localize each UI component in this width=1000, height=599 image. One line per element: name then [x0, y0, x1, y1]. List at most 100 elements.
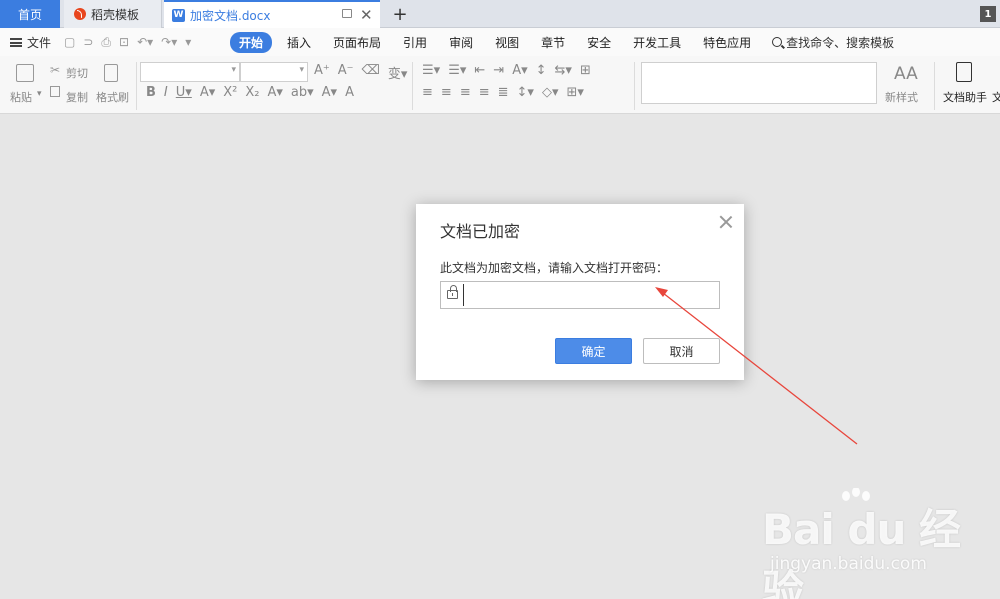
- save-icon[interactable]: ▢: [64, 35, 75, 49]
- superscript-icon[interactable]: X²: [223, 85, 237, 100]
- char-shading-icon[interactable]: A: [345, 85, 354, 100]
- undo-icon[interactable]: ↶▾: [137, 35, 153, 49]
- font-color-icon[interactable]: A▾: [322, 85, 337, 100]
- clear-format-icon[interactable]: ⌫: [362, 63, 380, 82]
- docer-logo-icon: [74, 8, 86, 20]
- shading-icon[interactable]: ◇▾: [542, 85, 559, 100]
- font-adjust-row: A⁺ A⁻ ⌫ 变▾: [314, 63, 407, 82]
- grow-font-icon[interactable]: A⁺: [314, 63, 330, 82]
- cut-button[interactable]: 剪切: [66, 65, 88, 81]
- ribbon-separator: [934, 62, 935, 110]
- ok-button[interactable]: 确定: [555, 338, 632, 364]
- bullet-list-icon[interactable]: ☰▾: [422, 63, 440, 78]
- menu-item-chapter[interactable]: 章节: [530, 34, 576, 51]
- font-style-row: B I U▾ A▾ X² X₂ A▾ ab▾ A▾ A: [146, 85, 354, 100]
- style-gallery[interactable]: [641, 62, 877, 104]
- tab-template[interactable]: 稻壳模板: [64, 0, 162, 28]
- line-spacing-icon[interactable]: ↕▾: [517, 85, 534, 100]
- watermark: Bai du 经验 jingyan.baidu.com: [762, 488, 962, 599]
- align-left-icon[interactable]: ≡: [422, 85, 433, 100]
- password-input[interactable]: [463, 284, 713, 306]
- password-dialog: 文档已加密 此文档为加密文档，请输入文档打开密码： 确定 取消: [416, 204, 744, 380]
- customize-toolbar-icon[interactable]: ▾: [185, 35, 191, 49]
- new-style-icon[interactable]: AA: [894, 64, 918, 84]
- paste-icon[interactable]: [16, 64, 34, 82]
- underline-icon[interactable]: U▾: [176, 85, 192, 100]
- dialog-prompt: 此文档为加密文档，请输入文档打开密码：: [440, 261, 669, 275]
- phonetic-guide-icon[interactable]: 变▾: [388, 63, 408, 82]
- menu-item-developer[interactable]: 开发工具: [622, 34, 692, 51]
- paste-dropdown-icon[interactable]: ▾: [37, 89, 42, 99]
- menu-item-special[interactable]: 特色应用: [692, 34, 762, 51]
- justify-icon[interactable]: ≡: [479, 85, 490, 100]
- align-right-icon[interactable]: ≡: [460, 85, 471, 100]
- paragraph-row-bottom: ≡ ≡ ≡ ≡ ≣ ↕▾ ◇▾ ⊞▾: [422, 85, 584, 100]
- align-center-icon[interactable]: ≡: [441, 85, 452, 100]
- menu-item-view[interactable]: 视图: [484, 34, 530, 51]
- paste-button[interactable]: 粘贴: [10, 89, 32, 105]
- highlight-icon[interactable]: ab▾: [291, 85, 314, 100]
- word-document-icon: W: [172, 8, 185, 22]
- file-menu[interactable]: 文件: [0, 34, 58, 51]
- format-painter-icon[interactable]: [104, 64, 118, 82]
- menu-item-start[interactable]: 开始: [230, 31, 273, 53]
- paw-logo-icon: [842, 488, 870, 501]
- search-icon: [772, 37, 783, 47]
- plus-icon: +: [392, 3, 408, 25]
- font-name-select[interactable]: [140, 62, 240, 82]
- bold-icon[interactable]: B: [146, 85, 156, 100]
- menu-item-insert[interactable]: 插入: [276, 34, 322, 51]
- tab-document[interactable]: W 加密文档.docx ✕: [164, 0, 380, 28]
- pin-window-icon[interactable]: [342, 9, 352, 18]
- menu-bar: 文件 ▢ ⊃ ⎙ ⊡ ↶▾ ↷▾ ▾ 开始 插入 页面布局 引用 审阅 视图 章…: [0, 28, 1000, 56]
- distribute-icon[interactable]: ≣: [498, 85, 509, 100]
- password-field[interactable]: [440, 281, 720, 309]
- close-tab-icon[interactable]: ✕: [360, 6, 373, 24]
- scissors-icon: ✂: [50, 63, 61, 77]
- tab-document-label: 加密文档.docx: [190, 8, 271, 23]
- lock-icon: [447, 285, 458, 299]
- redo-icon[interactable]: ↷▾: [161, 35, 177, 49]
- text-direction-icon[interactable]: A▾: [512, 63, 527, 78]
- doc-helper-button[interactable]: 文档助手: [943, 89, 987, 105]
- text-effect-icon[interactable]: A▾: [267, 85, 282, 100]
- shrink-font-icon[interactable]: A⁻: [338, 63, 354, 82]
- doc-helper-icon[interactable]: [956, 62, 972, 82]
- command-search[interactable]: 查找命令、搜索模板: [772, 34, 894, 51]
- copy-icon: [50, 86, 60, 97]
- italic-icon[interactable]: I: [164, 85, 168, 100]
- cancel-button[interactable]: 取消: [643, 338, 720, 364]
- menu-item-references[interactable]: 引用: [392, 34, 438, 51]
- paragraph-row-top: ☰▾ ☰▾ ⇤ ⇥ A▾ ↕ ⇆▾ ⊞: [422, 63, 591, 78]
- menu-item-page-layout[interactable]: 页面布局: [322, 34, 392, 51]
- font-size-select[interactable]: [240, 62, 308, 82]
- format-painter-button[interactable]: 格式刷: [96, 89, 129, 105]
- sort-icon[interactable]: ↕: [536, 63, 547, 78]
- print-preview-icon[interactable]: ⊡: [119, 35, 129, 49]
- table-grid-icon[interactable]: ⊞: [580, 63, 591, 78]
- export-pdf-icon[interactable]: ⊃: [83, 35, 93, 49]
- strikethrough-icon[interactable]: A▾: [200, 85, 215, 100]
- show-marks-icon[interactable]: ⇆▾: [555, 63, 572, 78]
- close-icon[interactable]: [718, 214, 734, 230]
- new-tab-button[interactable]: +: [388, 0, 412, 28]
- numbered-list-icon[interactable]: ☰▾: [448, 63, 466, 78]
- tab-home-label: 首页: [17, 7, 42, 22]
- next-ribbon-button-partial[interactable]: 文: [992, 89, 1000, 105]
- ribbon-toolbar: 粘贴 ▾ ✂ 剪切 复制 格式刷 A⁺ A⁻ ⌫ 变▾ B I U▾ A▾ X²…: [0, 56, 1000, 114]
- tab-home[interactable]: 首页: [0, 0, 60, 28]
- subscript-icon[interactable]: X₂: [245, 85, 259, 100]
- menu-item-review[interactable]: 审阅: [438, 34, 484, 51]
- ribbon-separator: [136, 62, 137, 110]
- menu-item-security[interactable]: 安全: [576, 34, 622, 51]
- increase-indent-icon[interactable]: ⇥: [493, 63, 504, 78]
- borders-icon[interactable]: ⊞▾: [566, 85, 583, 100]
- copy-button[interactable]: 复制: [66, 89, 88, 105]
- decrease-indent-icon[interactable]: ⇤: [474, 63, 485, 78]
- watermark-url: jingyan.baidu.com: [770, 554, 927, 574]
- ribbon-separator: [412, 62, 413, 110]
- new-style-button[interactable]: 新样式: [885, 89, 918, 105]
- ribbon-separator: [634, 62, 635, 110]
- window-count-badge[interactable]: 1: [980, 6, 996, 22]
- print-icon[interactable]: ⎙: [101, 35, 111, 50]
